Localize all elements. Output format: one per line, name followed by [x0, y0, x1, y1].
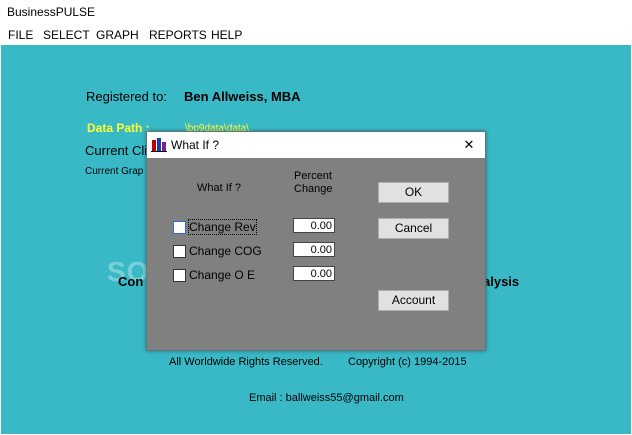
email-text: Email : ballweiss55@gmail.com	[249, 392, 404, 404]
account-button[interactable]: Account	[378, 290, 449, 311]
percent-header-line1: Percent	[294, 170, 332, 182]
change-cog-input[interactable]	[293, 242, 335, 257]
menu-bar: FILE SELECT GRAPH REPORTS HELP	[0, 24, 632, 45]
window-title: BusinessPULSE	[7, 5, 96, 19]
dialog-title-bar[interactable]: What If ? ✕	[147, 132, 485, 158]
registered-label: Registered to:	[86, 89, 167, 104]
menu-file[interactable]: FILE	[8, 28, 33, 42]
close-icon[interactable]: ✕	[461, 137, 477, 153]
menu-help[interactable]: HELP	[211, 28, 242, 42]
dialog-title: What If ?	[171, 138, 220, 152]
checkbox-label[interactable]: Change COG	[189, 244, 262, 258]
checkbox-box[interactable]	[173, 245, 186, 258]
banner-text-left: Con	[118, 274, 144, 289]
checkbox-box[interactable]	[173, 221, 186, 234]
title-bar: BusinessPULSE	[0, 0, 632, 24]
change-rev-input[interactable]	[293, 218, 335, 233]
dialog-body: What If ? Percent Change Change Rev Chan…	[147, 158, 485, 350]
menu-reports[interactable]: REPORTS	[149, 28, 207, 42]
banner-text-right: alysis	[483, 274, 520, 289]
cancel-button[interactable]: Cancel	[378, 218, 449, 239]
checkbox-label[interactable]: Change O E	[189, 268, 255, 282]
ok-button[interactable]: OK	[378, 182, 449, 203]
menu-select[interactable]: SELECT	[43, 28, 90, 42]
current-client-label: Current Cli	[85, 143, 148, 158]
rights-text: All Worldwide Rights Reserved.	[169, 356, 323, 368]
registered-name: Ben Allweiss, MBA	[184, 89, 301, 104]
menu-graph[interactable]: GRAPH	[96, 28, 139, 42]
checkbox-box[interactable]	[173, 269, 186, 282]
change-oe-input[interactable]	[293, 266, 335, 281]
current-graph-label: Current Grap	[85, 166, 144, 177]
checkbox-label[interactable]: Change Rev	[188, 219, 257, 235]
app-icon	[151, 137, 167, 153]
data-path-label: Data Path :	[87, 121, 150, 135]
what-if-header: What If ?	[197, 182, 242, 194]
percent-header-line2: Change	[294, 183, 333, 195]
copyright-text: Copyright (c) 1994-2015	[348, 356, 467, 368]
percent-change-header: Percent Change	[294, 170, 333, 196]
what-if-dialog: What If ? ✕ What If ? Percent Change Cha…	[146, 131, 486, 351]
